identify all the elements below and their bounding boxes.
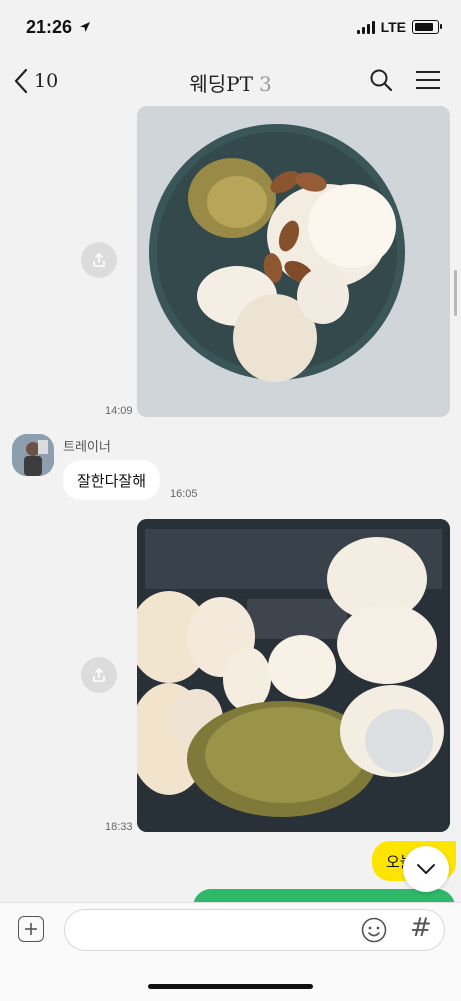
plus-icon xyxy=(25,923,37,935)
signal-icon xyxy=(356,20,375,34)
profile-photo-image xyxy=(12,434,54,476)
search-button[interactable] xyxy=(369,68,393,97)
incoming-message-bubble[interactable]: 잘한다잘해 xyxy=(63,460,161,500)
input-bar: # xyxy=(0,902,461,1001)
status-bar: 21:26 LTE xyxy=(0,0,461,56)
share-button[interactable] xyxy=(81,242,117,278)
menu-button[interactable] xyxy=(415,70,441,95)
home-indicator xyxy=(148,984,313,989)
status-icons: LTE xyxy=(356,19,442,35)
message-time: 16:05 xyxy=(170,488,198,500)
share-icon xyxy=(93,668,105,682)
status-time: 21:26 xyxy=(26,17,91,38)
message-time: 18:33 xyxy=(105,821,133,833)
network-type: LTE xyxy=(380,19,406,35)
message-input[interactable] xyxy=(64,909,445,951)
member-count: 3 xyxy=(258,72,272,96)
share-icon xyxy=(93,253,105,267)
battery-icon xyxy=(412,20,442,34)
menu-icon xyxy=(416,71,440,89)
food-photo-image xyxy=(137,106,450,417)
photo-message[interactable] xyxy=(137,106,450,417)
hashtag-button[interactable]: # xyxy=(410,915,432,941)
trainer-avatar[interactable] xyxy=(12,434,54,476)
attach-button[interactable] xyxy=(18,916,44,942)
scrollbar[interactable] xyxy=(454,270,457,316)
message-text: 잘한다잘해 xyxy=(77,472,147,490)
search-icon xyxy=(370,69,393,92)
emoji-button[interactable] xyxy=(361,917,387,948)
message-time: 14:09 xyxy=(105,405,133,417)
share-button[interactable] xyxy=(81,657,117,693)
chat-room-name: 웨딩PT xyxy=(189,72,253,96)
sender-name: 트레이너 xyxy=(63,439,111,454)
emoji-icon xyxy=(361,917,387,943)
food-photo-image xyxy=(137,519,450,832)
chevron-down-icon xyxy=(417,864,435,874)
scroll-to-bottom-button[interactable] xyxy=(403,846,449,892)
chat-header: 10 웨딩PT 3 xyxy=(0,56,461,108)
location-arrow-icon xyxy=(80,22,91,32)
photo-message[interactable] xyxy=(137,519,450,832)
